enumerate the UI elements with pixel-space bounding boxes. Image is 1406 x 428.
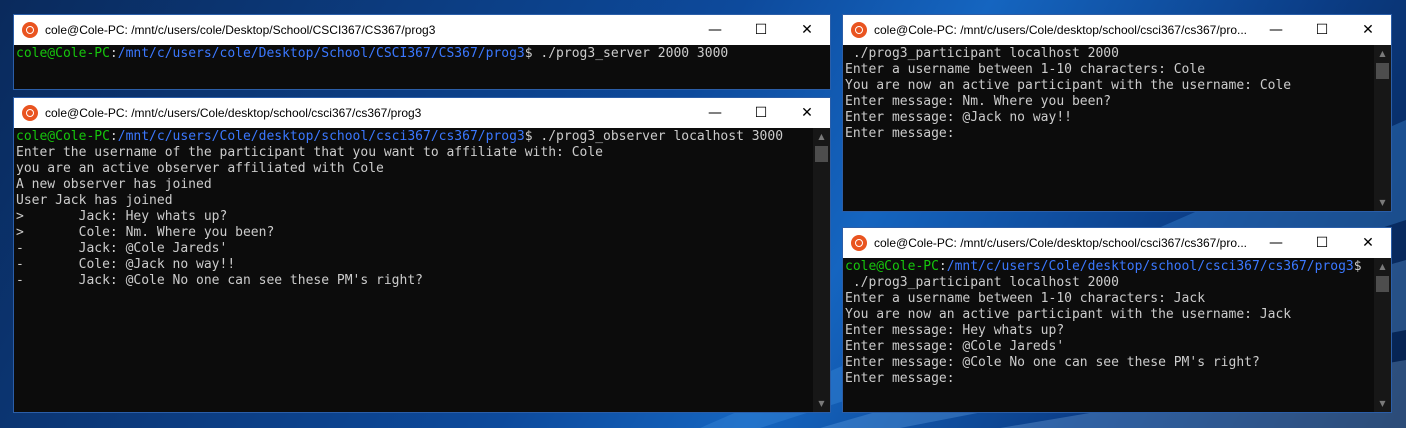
terminal-output[interactable]: cole@Cole-PC:/mnt/c/users/Cole/desktop/s… [14, 128, 813, 412]
terminal-output[interactable]: cole@Cole-PC:/mnt/c/users/cole/Desktop/S… [14, 45, 830, 89]
scrollbar-thumb[interactable] [1376, 276, 1389, 292]
output-line: Enter a username between 1-10 characters… [845, 291, 1206, 306]
prompt-path: /mnt/c/users/Cole/desktop/school/csci367… [117, 129, 525, 144]
close-button[interactable]: ✕ [784, 98, 830, 128]
window-title: cole@Cole-PC: /mnt/c/users/Cole/desktop/… [45, 106, 422, 120]
close-button[interactable]: ✕ [1345, 228, 1391, 258]
scrollbar-thumb[interactable] [1376, 63, 1389, 79]
output-line: ./prog3_participant localhost 2000 [845, 275, 1119, 290]
command-text: $ ./prog3_server 2000 3000 [524, 46, 729, 61]
minimize-button[interactable]: — [692, 15, 738, 45]
terminal-output[interactable]: ./prog3_participant localhost 2000 Enter … [843, 45, 1374, 211]
scroll-down-arrow-icon[interactable]: ▼ [813, 395, 830, 412]
ubuntu-icon [851, 235, 867, 251]
scroll-up-arrow-icon[interactable]: ▲ [1374, 258, 1391, 275]
output-line: ./prog3_participant localhost 2000 [845, 46, 1119, 61]
prompt-line: cole@Cole-PC:/mnt/c/users/Cole/desktop/s… [16, 129, 784, 144]
participant-jack-title-bar[interactable]: cole@Cole-PC: /mnt/c/users/Cole/desktop/… [843, 228, 1391, 258]
ubuntu-icon [851, 22, 867, 38]
output-line: you are an active observer affiliated wi… [16, 161, 384, 176]
prompt-path: /mnt/c/users/Cole/desktop/school/csci367… [946, 259, 1354, 274]
maximize-button[interactable]: ☐ [1299, 228, 1345, 258]
terminal-output[interactable]: cole@Cole-PC:/mnt/c/users/Cole/desktop/s… [843, 258, 1374, 412]
output-line: Enter message: @Cole Jareds' [845, 339, 1065, 354]
scroll-down-arrow-icon[interactable]: ▼ [1374, 395, 1391, 412]
output-line: Enter message: Hey whats up? [845, 323, 1065, 338]
command-text: $ ./prog3_observer localhost 3000 [524, 129, 784, 144]
participant-jack-terminal-window[interactable]: cole@Cole-PC: /mnt/c/users/Cole/desktop/… [842, 227, 1392, 413]
observer-terminal-window[interactable]: cole@Cole-PC: /mnt/c/users/Cole/desktop/… [13, 97, 831, 413]
window-title: cole@Cole-PC: /mnt/c/users/Cole/desktop/… [874, 236, 1248, 250]
prompt-line: cole@Cole-PC:/mnt/c/users/Cole/desktop/s… [845, 259, 1362, 274]
window-title: cole@Cole-PC: /mnt/c/users/cole/Desktop/… [45, 23, 436, 37]
output-line: Enter message: @Jack no way!! [845, 110, 1072, 125]
output-line: - Jack: @Cole No one can see these PM's … [16, 273, 423, 288]
vertical-scrollbar[interactable]: ▲ ▼ [813, 128, 830, 412]
close-button[interactable]: ✕ [1345, 15, 1391, 45]
participant-cole-terminal-window[interactable]: cole@Cole-PC: /mnt/c/users/Cole/desktop/… [842, 14, 1392, 212]
minimize-button[interactable]: — [1253, 15, 1299, 45]
ubuntu-icon [22, 105, 38, 121]
prompt-user: cole@Cole-PC [845, 259, 939, 274]
minimize-button[interactable]: — [1253, 228, 1299, 258]
prompt-dollar: $ [1353, 259, 1362, 274]
server-title-bar[interactable]: cole@Cole-PC: /mnt/c/users/cole/Desktop/… [14, 15, 830, 45]
output-line: Enter a username between 1-10 characters… [845, 62, 1206, 77]
output-line: Enter the username of the participant th… [16, 145, 603, 160]
output-line: A new observer has joined [16, 177, 212, 192]
output-line: You are now an active participant with t… [845, 78, 1292, 93]
output-line: Enter message: [845, 371, 955, 386]
server-terminal-window[interactable]: cole@Cole-PC: /mnt/c/users/cole/Desktop/… [13, 14, 831, 90]
output-line: > Cole: Nm. Where you been? [16, 225, 275, 240]
ubuntu-icon [22, 22, 38, 38]
output-line: Enter message: Nm. Where you been? [845, 94, 1112, 109]
close-button[interactable]: ✕ [784, 15, 830, 45]
output-line: - Cole: @Jack no way!! [16, 257, 236, 272]
scroll-up-arrow-icon[interactable]: ▲ [1374, 45, 1391, 62]
window-title: cole@Cole-PC: /mnt/c/users/Cole/desktop/… [874, 23, 1248, 37]
output-line: Enter message: [845, 126, 955, 141]
prompt-user: cole@Cole-PC [16, 129, 110, 144]
scroll-up-arrow-icon[interactable]: ▲ [813, 128, 830, 145]
participant-cole-title-bar[interactable]: cole@Cole-PC: /mnt/c/users/Cole/desktop/… [843, 15, 1391, 45]
maximize-button[interactable]: ☐ [738, 98, 784, 128]
output-line: User Jack has joined [16, 193, 173, 208]
output-line: - Jack: @Cole Jareds' [16, 241, 228, 256]
scroll-down-arrow-icon[interactable]: ▼ [1374, 194, 1391, 211]
observer-title-bar[interactable]: cole@Cole-PC: /mnt/c/users/Cole/desktop/… [14, 98, 830, 128]
minimize-button[interactable]: — [692, 98, 738, 128]
vertical-scrollbar[interactable]: ▲ ▼ [1374, 45, 1391, 211]
maximize-button[interactable]: ☐ [1299, 15, 1345, 45]
output-line: > Jack: Hey whats up? [16, 209, 228, 224]
output-line: You are now an active participant with t… [845, 307, 1292, 322]
vertical-scrollbar[interactable]: ▲ ▼ [1374, 258, 1391, 412]
maximize-button[interactable]: ☐ [738, 15, 784, 45]
scrollbar-thumb[interactable] [815, 146, 828, 162]
prompt-user: cole@Cole-PC [16, 46, 110, 61]
prompt-path: /mnt/c/users/cole/Desktop/School/CSCI367… [117, 46, 525, 61]
output-line: Enter message: @Cole No one can see thes… [845, 355, 1260, 370]
